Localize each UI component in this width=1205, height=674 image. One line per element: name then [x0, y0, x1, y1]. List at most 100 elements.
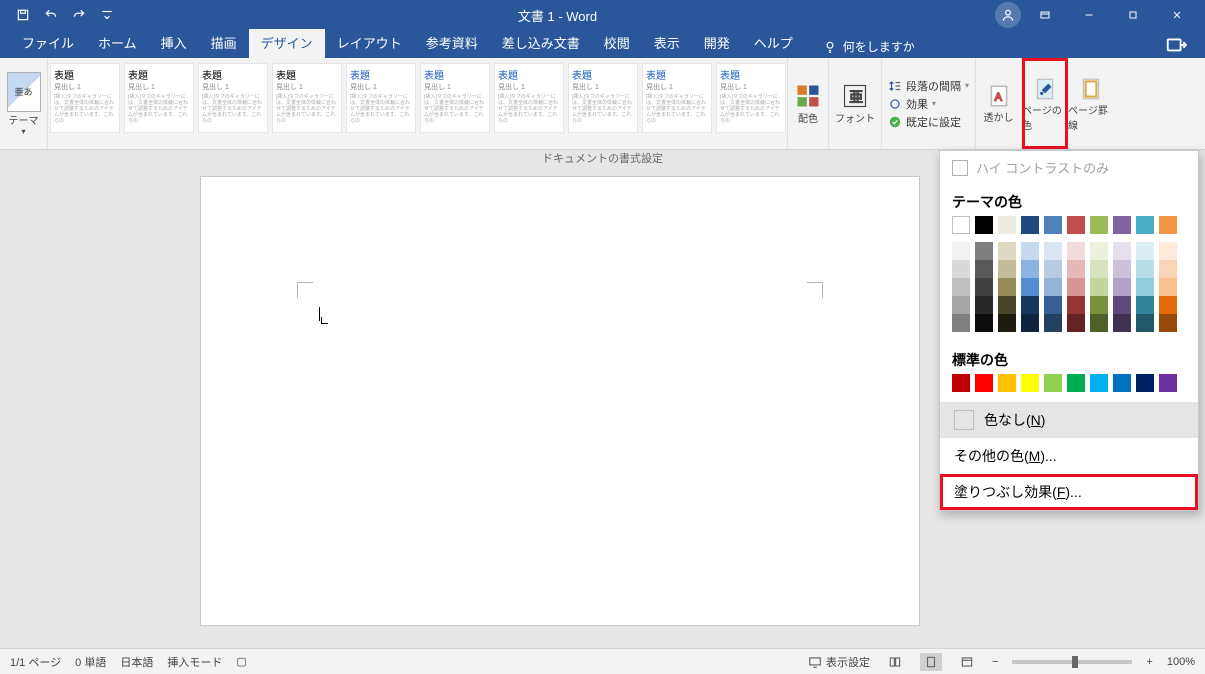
style-set-thumbnail[interactable]: 表題見出し 1[挿入]タブのギャラリーには、文書全体の体裁に合わせて調整するため…: [568, 63, 638, 133]
color-swatch[interactable]: [1044, 278, 1062, 296]
style-set-thumbnail[interactable]: 表題見出し 1[挿入]タブのギャラリーには、文書全体の体裁に合わせて調整するため…: [50, 63, 120, 133]
color-swatch[interactable]: [1044, 216, 1062, 234]
maximize-button[interactable]: [1113, 1, 1153, 29]
color-swatch[interactable]: [1090, 260, 1108, 278]
color-swatch[interactable]: [1159, 216, 1177, 234]
color-swatch[interactable]: [1021, 374, 1039, 392]
share-icon[interactable]: [1165, 33, 1187, 55]
color-swatch[interactable]: [975, 296, 993, 314]
color-swatch[interactable]: [1021, 278, 1039, 296]
color-swatch[interactable]: [998, 314, 1016, 332]
color-swatch[interactable]: [1021, 314, 1039, 332]
color-swatch[interactable]: [1044, 296, 1062, 314]
color-swatch[interactable]: [1159, 374, 1177, 392]
color-swatch[interactable]: [1113, 374, 1131, 392]
color-swatch[interactable]: [1159, 278, 1177, 296]
print-layout-button[interactable]: [920, 653, 942, 671]
color-swatch[interactable]: [975, 278, 993, 296]
tab-view[interactable]: 表示: [642, 29, 692, 58]
color-swatch[interactable]: [1044, 260, 1062, 278]
color-swatch[interactable]: [1113, 216, 1131, 234]
insert-mode[interactable]: 挿入モード: [167, 654, 222, 670]
color-swatch[interactable]: [1113, 278, 1131, 296]
color-swatch[interactable]: [1044, 242, 1062, 260]
effects-button[interactable]: 効果▾: [888, 96, 969, 112]
read-mode-button[interactable]: [884, 653, 906, 671]
color-swatch[interactable]: [1090, 314, 1108, 332]
save-button[interactable]: [10, 3, 36, 27]
zoom-slider[interactable]: [1012, 660, 1132, 664]
color-swatch[interactable]: [975, 260, 993, 278]
color-swatch[interactable]: [1136, 260, 1154, 278]
color-swatch[interactable]: [975, 216, 993, 234]
color-swatch[interactable]: [1044, 314, 1062, 332]
color-swatch[interactable]: [975, 314, 993, 332]
word-count[interactable]: 0 単語: [75, 654, 106, 670]
tab-developer[interactable]: 開発: [692, 29, 742, 58]
high-contrast-toggle[interactable]: ハイ コントラストのみ: [940, 151, 1198, 184]
color-swatch[interactable]: [1113, 260, 1131, 278]
minimize-button[interactable]: [1069, 1, 1109, 29]
tab-design[interactable]: デザイン: [249, 29, 325, 58]
color-swatch[interactable]: [1021, 296, 1039, 314]
tab-layout[interactable]: レイアウト: [325, 29, 414, 58]
style-set-thumbnail[interactable]: 表題見出し 1[挿入]タブのギャラリーには、文書全体の体裁に合わせて調整するため…: [346, 63, 416, 133]
style-set-thumbnail[interactable]: 表題見出し 1[挿入]タブのギャラリーには、文書全体の体裁に合わせて調整するため…: [198, 63, 268, 133]
color-swatch[interactable]: [1090, 278, 1108, 296]
color-swatch[interactable]: [1159, 296, 1177, 314]
style-set-thumbnail[interactable]: 表題見出し 1[挿入]タブのギャラリーには、文書全体の体裁に合わせて調整するため…: [420, 63, 490, 133]
zoom-out-button[interactable]: −: [992, 656, 998, 668]
display-settings[interactable]: 表示設定: [808, 654, 870, 670]
color-swatch[interactable]: [1090, 296, 1108, 314]
color-swatch[interactable]: [998, 296, 1016, 314]
colors-button[interactable]: 配色: [788, 58, 829, 149]
color-swatch[interactable]: [1021, 216, 1039, 234]
tab-help[interactable]: ヘルプ: [742, 29, 805, 58]
color-swatch[interactable]: [1136, 216, 1154, 234]
color-swatch[interactable]: [1090, 216, 1108, 234]
tab-references[interactable]: 参考資料: [414, 29, 490, 58]
themes-button[interactable]: 亜あ テーマ ▾: [0, 58, 48, 149]
tab-mailings[interactable]: 差し込み文書: [490, 29, 592, 58]
color-swatch[interactable]: [1021, 242, 1039, 260]
fonts-button[interactable]: 亜 フォント: [829, 58, 882, 149]
page-count[interactable]: 1/1 ページ: [10, 654, 61, 670]
macro-record-icon[interactable]: ▢: [236, 655, 246, 668]
fill-effects-item[interactable]: 塗りつぶし効果(F)...: [940, 474, 1198, 510]
undo-button[interactable]: [38, 3, 64, 27]
color-swatch[interactable]: [1067, 314, 1085, 332]
color-swatch[interactable]: [998, 374, 1016, 392]
color-swatch[interactable]: [1067, 374, 1085, 392]
set-default-button[interactable]: 既定に設定: [888, 114, 969, 130]
color-swatch[interactable]: [1044, 374, 1062, 392]
color-swatch[interactable]: [1090, 242, 1108, 260]
color-swatch[interactable]: [952, 296, 970, 314]
color-swatch[interactable]: [1136, 314, 1154, 332]
color-swatch[interactable]: [1113, 296, 1131, 314]
page[interactable]: [200, 176, 920, 626]
color-swatch[interactable]: [1136, 374, 1154, 392]
style-set-thumbnail[interactable]: 表題見出し 1[挿入]タブのギャラリーには、文書全体の体裁に合わせて調整するため…: [642, 63, 712, 133]
tab-insert[interactable]: 挿入: [149, 29, 199, 58]
color-swatch[interactable]: [1067, 242, 1085, 260]
color-swatch[interactable]: [1067, 278, 1085, 296]
color-swatch[interactable]: [998, 278, 1016, 296]
zoom-in-button[interactable]: +: [1146, 656, 1152, 668]
style-set-thumbnail[interactable]: 表題見出し 1[挿入]タブのギャラリーには、文書全体の体裁に合わせて調整するため…: [124, 63, 194, 133]
more-colors-item[interactable]: その他の色(M)...: [940, 438, 1198, 474]
style-set-thumbnail[interactable]: 表題見出し 1[挿入]タブのギャラリーには、文書全体の体裁に合わせて調整するため…: [494, 63, 564, 133]
page-borders-button[interactable]: ページ罫線: [1068, 58, 1114, 149]
color-swatch[interactable]: [1159, 242, 1177, 260]
color-swatch[interactable]: [1067, 260, 1085, 278]
color-swatch[interactable]: [975, 374, 993, 392]
color-swatch[interactable]: [952, 374, 970, 392]
redo-button[interactable]: [66, 3, 92, 27]
color-swatch[interactable]: [998, 242, 1016, 260]
color-swatch[interactable]: [952, 216, 970, 234]
color-swatch[interactable]: [952, 242, 970, 260]
style-set-thumbnail[interactable]: 表題見出し 1[挿入]タブのギャラリーには、文書全体の体裁に合わせて調整するため…: [716, 63, 786, 133]
color-swatch[interactable]: [998, 216, 1016, 234]
paragraph-spacing-button[interactable]: 段落の間隔▾: [888, 78, 969, 94]
color-swatch[interactable]: [1136, 242, 1154, 260]
language[interactable]: 日本語: [120, 654, 153, 670]
